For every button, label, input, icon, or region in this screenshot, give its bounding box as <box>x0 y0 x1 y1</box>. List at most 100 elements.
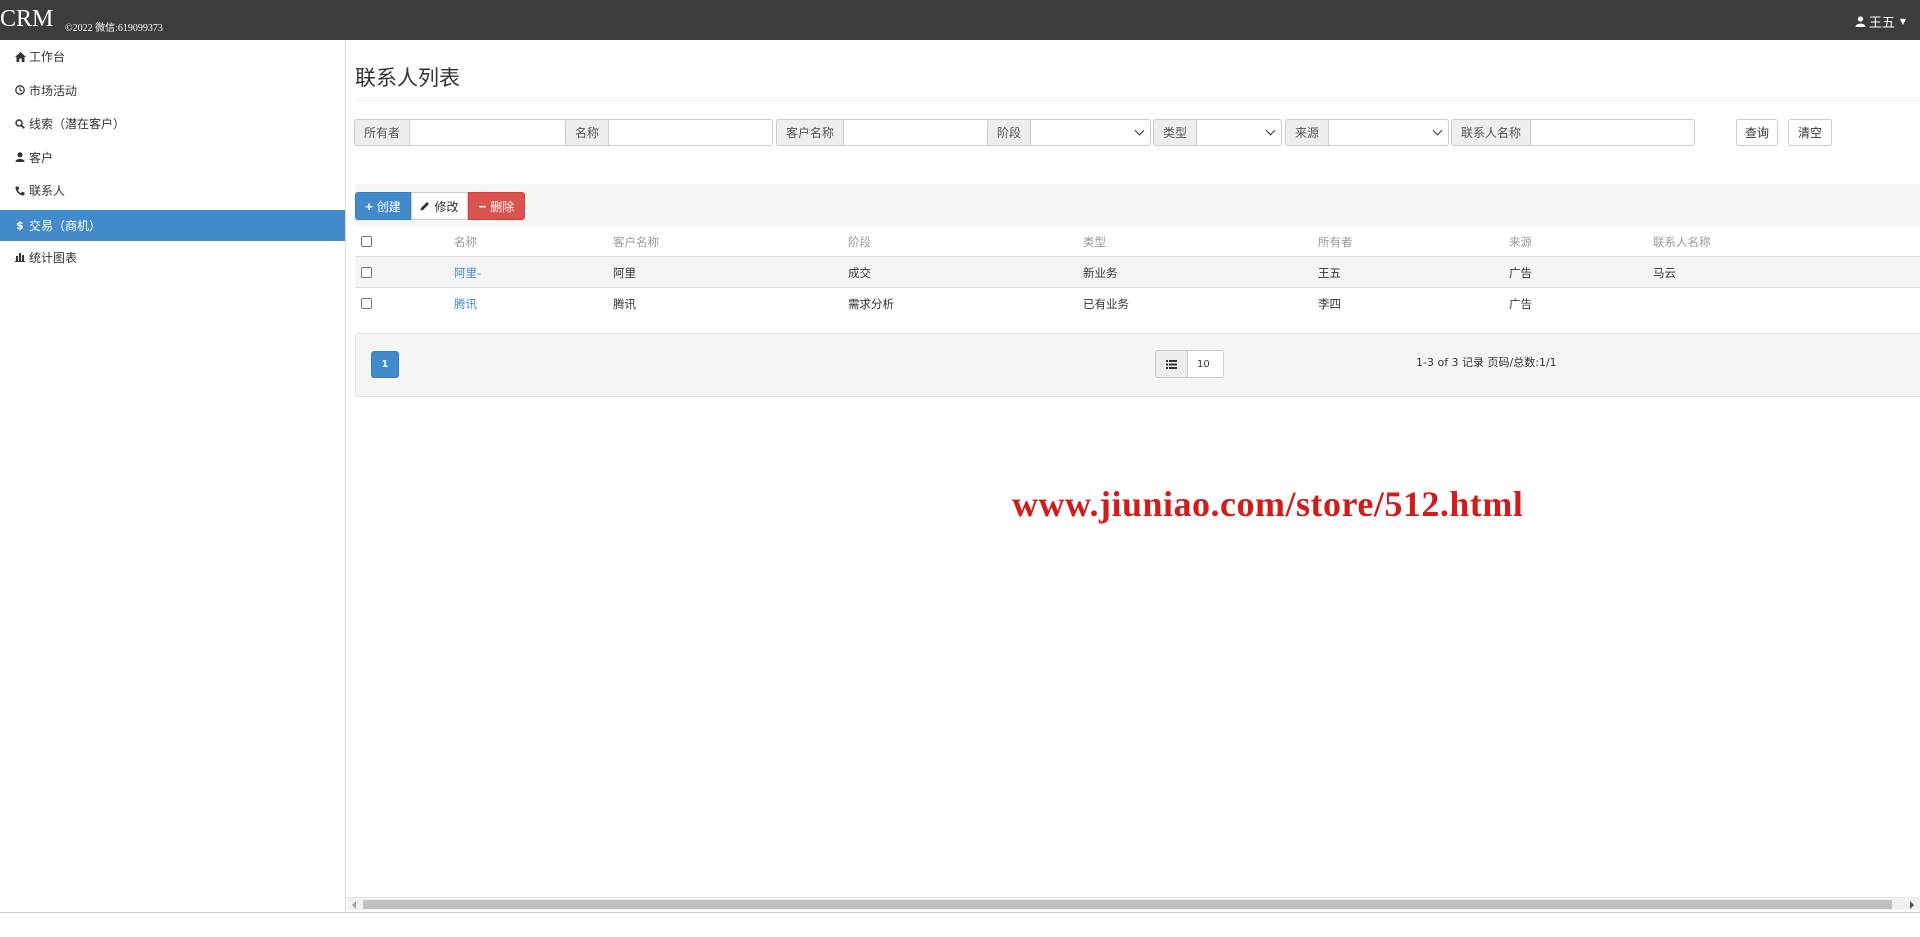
user-menu[interactable]: 王五 ▼ <box>1855 12 1906 31</box>
sidebar-item-leads[interactable]: 线索（潜在客户） <box>0 107 345 141</box>
customer-name-cell: 阿里 <box>613 266 636 280</box>
filter-stage-label: 阶段 <box>987 119 1031 146</box>
dollar-icon: $ <box>16 218 24 232</box>
sidebar-item-label: 联系人 <box>29 184 66 199</box>
sidebar-item-label: 工作台 <box>29 50 66 65</box>
table-row: 腾讯 腾讯 需求分析 已有业务 李四 广告 <box>355 287 1920 318</box>
column-header-contact-name[interactable]: 联系人名称 <box>1653 234 1711 250</box>
user-icon <box>13 152 27 163</box>
owner-input[interactable] <box>409 119 575 146</box>
column-header-owner[interactable]: 所有者 <box>1318 234 1353 250</box>
deal-name-link[interactable]: 腾讯 <box>454 296 477 312</box>
filter-contact-name: 联系人名称 <box>1451 119 1696 146</box>
chevron-down-icon <box>1432 125 1443 136</box>
sidebar-item-label: 线索（潜在客户） <box>29 117 126 132</box>
type-cell: 已有业务 <box>1083 297 1129 311</box>
column-header-type[interactable]: 类型 <box>1083 234 1106 250</box>
phone-icon <box>13 186 27 196</box>
bottom-divider <box>0 912 1920 913</box>
deal-name-link[interactable]: 阿里- <box>454 265 481 281</box>
edit-label: 修改 <box>434 199 459 214</box>
delete-button[interactable]: − 删除 <box>468 192 525 220</box>
filter-name-label: 名称 <box>565 119 609 146</box>
filter-contact-name-label: 联系人名称 <box>1451 119 1531 146</box>
sidebar-item-label: 交易（商机） <box>29 218 102 233</box>
sidebar-item-label: 市场活动 <box>29 83 78 98</box>
filter-source: 来源 <box>1285 119 1450 146</box>
delete-label: 删除 <box>490 199 515 214</box>
clock-icon <box>13 85 27 96</box>
filter-type: 类型 <box>1153 119 1283 146</box>
action-toolbar <box>355 184 1920 226</box>
sidebar-item-marketing[interactable]: 市场活动 <box>0 74 345 108</box>
column-header-stage[interactable]: 阶段 <box>848 234 871 250</box>
select-all-checkbox[interactable] <box>361 236 372 247</box>
create-button[interactable]: + 创建 <box>355 192 411 220</box>
filter-type-label: 类型 <box>1153 119 1197 146</box>
stage-select[interactable] <box>1030 119 1152 146</box>
filter-owner: 所有者 <box>354 119 575 146</box>
table-row: 阿里- 阿里 成交 新业务 王五 广告 马云 <box>355 256 1920 287</box>
sidebar-item-workbench[interactable]: 工作台 <box>0 40 345 74</box>
customer-name-input[interactable] <box>843 119 1009 146</box>
pagination-info: 1-3 of 3 记录 页码/总数:1/1 <box>1416 356 1557 369</box>
minus-icon: − <box>478 198 487 214</box>
column-header-customer-name[interactable]: 客户名称 <box>613 234 659 250</box>
user-name: 王五 <box>1868 16 1895 31</box>
sidebar-item-contacts[interactable]: 联系人 <box>0 174 345 208</box>
customer-name-cell: 腾讯 <box>613 297 636 311</box>
create-label: 创建 <box>376 199 401 214</box>
table-header-row: 名称 客户名称 阶段 类型 所有者 来源 联系人名称 <box>355 226 1920 256</box>
stage-cell: 成交 <box>848 266 871 280</box>
title-divider <box>355 100 1920 101</box>
horizontal-scrollbar[interactable] <box>347 897 1920 910</box>
sidebar-item-customers[interactable]: 客户 <box>0 141 345 175</box>
filter-stage: 阶段 <box>987 119 1152 146</box>
source-cell: 广告 <box>1509 297 1532 311</box>
main-content: 联系人列表 所有者 名称 客户名称 阶段 类型 来源 联系人名称 查询 清空 +… <box>347 40 1920 912</box>
top-navbar: CRM ©2022 微信:619099373 王五 ▼ <box>0 0 1920 40</box>
brand-subtitle: ©2022 微信:619099373 <box>65 23 163 34</box>
page-size-selector[interactable]: 10 <box>1155 350 1224 378</box>
clear-button[interactable]: 清空 <box>1788 119 1832 146</box>
type-cell: 新业务 <box>1083 266 1118 280</box>
source-select[interactable] <box>1328 119 1450 146</box>
user-icon <box>1855 16 1866 27</box>
owner-cell: 王五 <box>1318 266 1341 280</box>
list-icon[interactable] <box>1155 350 1188 378</box>
column-header-name[interactable]: 名称 <box>454 234 477 250</box>
pagination-panel: 1 10 1-3 of 3 记录 页码/总数:1/1 <box>355 333 1920 397</box>
search-icon <box>13 119 27 129</box>
sidebar-item-label: 统计图表 <box>29 250 78 265</box>
bar-chart-icon <box>13 252 27 263</box>
scroll-left-icon[interactable] <box>352 901 356 909</box>
filter-customer-name-label: 客户名称 <box>776 119 844 146</box>
home-icon <box>13 51 27 62</box>
contact-name-input[interactable] <box>1530 119 1696 146</box>
name-input[interactable] <box>608 119 774 146</box>
deals-table: 名称 客户名称 阶段 类型 所有者 来源 联系人名称 阿里- 阿里 成交 新业务… <box>355 226 1920 318</box>
type-select[interactable] <box>1196 119 1283 146</box>
scrollbar-thumb[interactable] <box>363 900 1892 909</box>
chevron-down-icon <box>1265 125 1276 136</box>
owner-cell: 李四 <box>1318 297 1341 311</box>
sidebar-item-statistics[interactable]: 统计图表 <box>0 241 345 275</box>
filter-customer-name: 客户名称 <box>776 119 1009 146</box>
filter-name: 名称 <box>565 119 774 146</box>
watermark-text: www.jiuniao.com/store/512.html <box>1012 484 1524 524</box>
brand-logo[interactable]: CRM <box>0 6 53 33</box>
edit-button[interactable]: 修改 <box>411 192 468 220</box>
filter-source-label: 来源 <box>1285 119 1329 146</box>
filter-owner-label: 所有者 <box>354 119 410 146</box>
page-title: 联系人列表 <box>355 66 460 90</box>
scroll-right-icon[interactable] <box>1910 901 1914 909</box>
row-checkbox[interactable] <box>361 267 372 278</box>
page-button-current[interactable]: 1 <box>371 351 399 378</box>
column-header-source[interactable]: 来源 <box>1509 234 1532 250</box>
contact-name-cell: 马云 <box>1653 266 1676 280</box>
query-button[interactable]: 查询 <box>1736 119 1778 146</box>
sidebar-item-deals[interactable]: $ 交易（商机） <box>0 209 345 241</box>
sidebar-item-label: 客户 <box>29 150 54 165</box>
page-size-value[interactable]: 10 <box>1188 350 1224 378</box>
row-checkbox[interactable] <box>361 298 372 309</box>
